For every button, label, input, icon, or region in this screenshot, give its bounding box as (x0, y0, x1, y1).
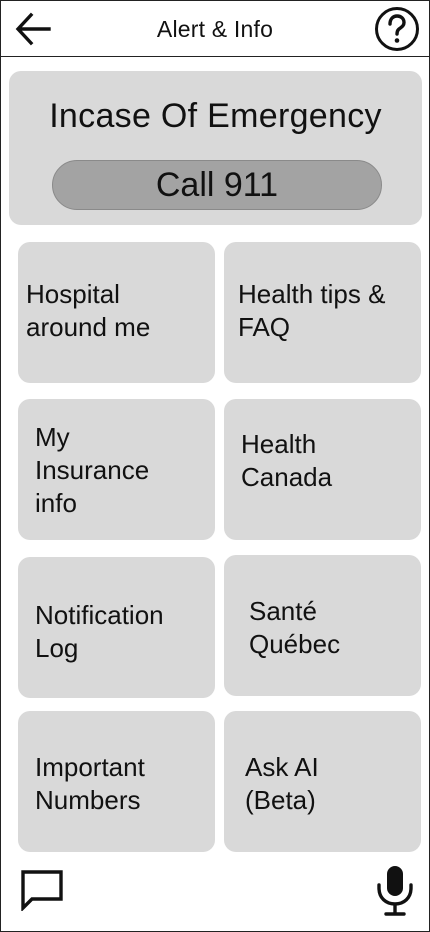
tile-label: My Insurance info (35, 422, 150, 518)
tile-label: Hospital around me (26, 279, 151, 342)
emergency-title: Incase Of Emergency (49, 97, 382, 135)
tile-ask-ai-beta[interactable]: Ask AI (Beta) (224, 711, 421, 852)
tile-important-numbers[interactable]: Important Numbers (18, 711, 215, 852)
question-circle-icon (375, 7, 419, 51)
tile-health-tips-faq[interactable]: Health tips & FAQ (224, 242, 421, 383)
tile-label: Ask AI (Beta) (245, 752, 319, 815)
page-title: Alert & Info (156, 16, 274, 42)
tile-label: Notification Log (35, 600, 164, 663)
tile-health-canada[interactable]: Health Canada (224, 399, 421, 540)
emergency-panel: Incase Of Emergency Call 911 (9, 71, 422, 225)
chat-button[interactable] (20, 867, 64, 913)
help-button[interactable] (374, 6, 420, 52)
tile-my-insurance-info[interactable]: My Insurance info (18, 399, 215, 540)
tile-label: Health tips & FAQ (238, 279, 386, 342)
tile-label: Important Numbers (35, 752, 145, 815)
tile-label: Santé Québec (249, 596, 341, 659)
chat-bubble-icon (21, 870, 63, 913)
tile-label: Health Canada (241, 429, 333, 492)
tile-sante-quebec[interactable]: Santé Québec (224, 555, 421, 696)
call-911-button[interactable]: Call 911 (52, 160, 382, 210)
microphone-button[interactable] (375, 863, 415, 917)
app-screen: Alert & Info Incase Of Emergency Call 91… (0, 0, 430, 932)
microphone-icon (377, 866, 413, 916)
tile-notification-log[interactable]: Notification Log (18, 557, 215, 698)
header-bar: Alert & Info (1, 1, 429, 57)
tile-hospital-around-me[interactable]: Hospital around me (18, 242, 215, 383)
